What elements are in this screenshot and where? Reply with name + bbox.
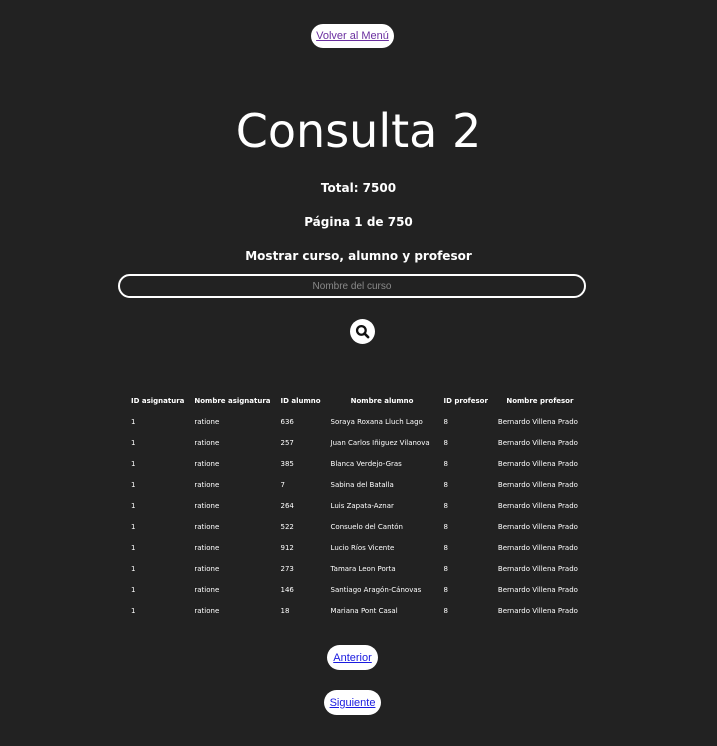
total-count: Total: 7500 (320, 181, 397, 195)
table-cell: Bernardo Villena Prado (497, 564, 578, 573)
table-cell: 1 (131, 438, 136, 447)
table-cell: 8 (443, 417, 449, 426)
results-table: ID asignatura Nombre asignatura ID alumno N… (126, 390, 587, 621)
table-row: 1 ratione 912 Lucio Ríos Vicente 8 Bernardo V… (126, 537, 587, 558)
table-cell: ratione (194, 606, 220, 615)
table-cell: 8 (443, 459, 449, 468)
table-cell: 8 (443, 543, 449, 552)
table-cell: 7 (280, 480, 285, 489)
table-cell: ratione (194, 480, 220, 489)
table-cell: Bernardo Villena Prado (497, 438, 578, 447)
table-cell: Bernardo Villena Prado (497, 522, 578, 531)
table-cell: 636 (280, 417, 294, 426)
course-name-input[interactable] (118, 274, 586, 298)
table-cell: 1 (131, 585, 136, 594)
table-row: 1 ratione 264 Luis Zapata-Aznar 8 Bernardo Vi… (126, 495, 587, 516)
previous-page-link[interactable]: Anterior (327, 645, 378, 670)
page-indicator: Página 1 de 750 (304, 215, 413, 229)
column-header: ID asignatura (131, 396, 185, 405)
table-cell: ratione (194, 543, 220, 552)
table-cell: 1 (131, 417, 136, 426)
table-cell: 8 (443, 606, 449, 615)
table-cell: Luis Zapata-Aznar (330, 501, 394, 510)
table-cell: 146 (280, 585, 294, 594)
table-cell: Bernardo Villena Prado (497, 480, 578, 489)
table-cell: Juan Carlos Iñiguez Vilanova (330, 438, 430, 447)
table-row: 1 ratione 7 Sabina del Batalla 8 Bernardo Vil… (126, 474, 587, 495)
table-cell: ratione (194, 417, 220, 426)
table-cell: 257 (280, 438, 294, 447)
table-cell: 1 (131, 480, 136, 489)
table-cell: 8 (443, 480, 449, 489)
table-cell: Bernardo Villena Prado (497, 543, 578, 552)
column-header: Nombre profesor (506, 396, 574, 405)
table-header-row: ID asignatura Nombre asignatura ID alumno N… (126, 390, 587, 411)
query-description: Mostrar curso, alumno y profesor (245, 249, 472, 263)
table-cell: 1 (131, 459, 136, 468)
table-cell: Bernardo Villena Prado (497, 501, 578, 510)
table-row: 1 ratione 146 Santiago Aragón-Cánovas 8 Berna… (126, 579, 587, 600)
table-cell: 1 (131, 522, 136, 531)
table-row: 1 ratione 18 Mariana Pont Casal 8 Bernardo Vi… (126, 600, 587, 621)
table-cell: 273 (280, 564, 294, 573)
table-cell: ratione (194, 564, 220, 573)
table-cell: 8 (443, 501, 449, 510)
table-cell: ratione (194, 585, 220, 594)
table-cell: Bernardo Villena Prado (497, 459, 578, 468)
table-cell: Santiago Aragón-Cánovas (330, 585, 422, 594)
table-cell: 1 (131, 501, 136, 510)
column-header: ID alumno (280, 396, 321, 405)
table-cell: Soraya Roxana Lluch Lago (330, 417, 423, 426)
table-row: 1 ratione 636 Soraya Roxana Lluch Lago 8 Bern… (126, 411, 587, 432)
table-cell: Lucio Ríos Vicente (330, 543, 395, 552)
back-to-menu-link[interactable]: Volver al Menú (311, 24, 394, 48)
table-cell: ratione (194, 522, 220, 531)
table-cell: 264 (280, 501, 294, 510)
table-cell: Blanca Verdejo-Gras (330, 459, 402, 468)
table-cell: Tamara Leon Porta (330, 564, 396, 573)
table-row: 1 ratione 273 Tamara Leon Porta 8 Bernardo Vi… (126, 558, 587, 579)
table-cell: 1 (131, 606, 136, 615)
table-cell: 385 (280, 459, 294, 468)
table-cell: 8 (443, 564, 449, 573)
search-icon (355, 324, 370, 339)
table-cell: Sabina del Batalla (330, 480, 394, 489)
table-cell: Bernardo Villena Prado (497, 606, 578, 615)
table-cell: Mariana Pont Casal (330, 606, 398, 615)
table-cell: 8 (443, 522, 449, 531)
table-cell: Bernardo Villena Prado (497, 417, 578, 426)
table-cell: 18 (280, 606, 290, 615)
search-button[interactable] (350, 319, 375, 344)
table-row: 1 ratione 257 Juan Carlos Iñiguez Vilanova 8… (126, 432, 587, 453)
table-cell: ratione (194, 459, 220, 468)
table-cell: ratione (194, 438, 220, 447)
table-cell: 522 (280, 522, 294, 531)
table-row: 1 ratione 385 Blanca Verdejo-Gras 8 Bernardo … (126, 453, 587, 474)
table-body: 1 ratione 636 Soraya Roxana Lluch Lago 8 Bern… (126, 411, 587, 621)
table-cell: 8 (443, 585, 449, 594)
table-cell: Consuelo del Cantón (330, 522, 403, 531)
page-title: Consulta 2 (235, 104, 482, 158)
table-cell: 1 (131, 564, 136, 573)
table-cell: 8 (443, 438, 449, 447)
column-header: Nombre asignatura (194, 396, 271, 405)
table-cell: 912 (280, 543, 294, 552)
table-cell: Bernardo Villena Prado (497, 585, 578, 594)
page: Volver al Menú Consulta 2 Total: 7500 Pá… (0, 0, 717, 746)
table-row: 1 ratione 522 Consuelo del Cantón 8 Bernardo … (126, 516, 587, 537)
column-header: ID profesor (443, 396, 488, 405)
column-header: Nombre alumno (350, 396, 414, 405)
table-cell: 1 (131, 543, 136, 552)
table-cell: ratione (194, 501, 220, 510)
next-page-link[interactable]: Siguiente (324, 690, 381, 715)
